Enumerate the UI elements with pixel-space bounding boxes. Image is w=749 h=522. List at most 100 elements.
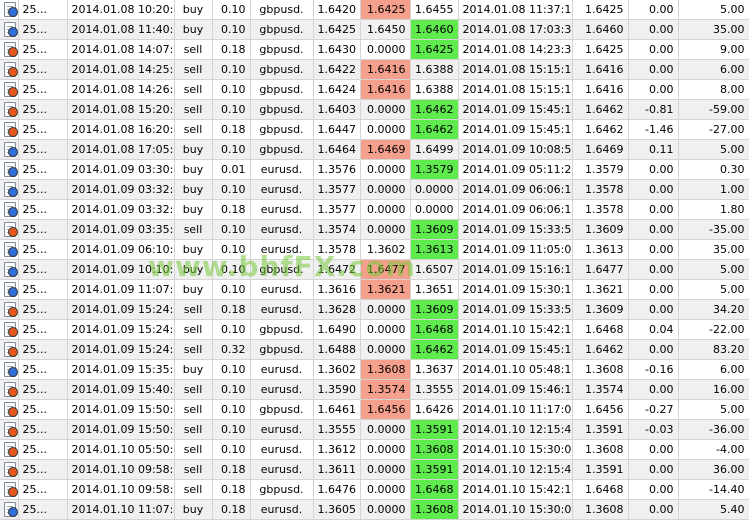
profit-cell: -27.00 (678, 119, 749, 140)
stop-loss-cell: 0.0000 (360, 39, 411, 60)
table-row[interactable]: 25...2014.01.10 09:58:35sell0.18eurusd.1… (0, 459, 749, 480)
commission-cell: -1.46 (628, 119, 679, 140)
open-price-cell: 1.3555 (313, 419, 361, 440)
symbol-cell: gbpusd. (250, 399, 314, 420)
ticket-cell: 25... (18, 399, 68, 420)
table-row[interactable]: 25...2014.01.08 14:26:53sell0.10gbpusd.1… (0, 79, 749, 100)
close-price-cell: 1.3608 (572, 359, 629, 380)
open-time-cell: 2014.01.08 16:20:39 (67, 119, 175, 140)
open-time-cell: 2014.01.10 05:50:03 (67, 439, 175, 460)
close-time-cell: 2014.01.09 11:05:05 (458, 239, 573, 260)
close-price-cell: 1.6462 (572, 99, 629, 120)
profit-cell: 5.00 (678, 399, 749, 420)
order-icon-cell (0, 99, 19, 120)
size-cell: 0.10 (212, 279, 251, 300)
take-profit-cell: 1.3613 (410, 239, 459, 260)
table-row[interactable]: 25...2014.01.10 05:50:03sell0.10eurusd.1… (0, 439, 749, 460)
table-row[interactable]: 25...2014.01.08 16:20:39sell0.18gbpusd.1… (0, 119, 749, 140)
open-price-cell: 1.6447 (313, 119, 361, 140)
open-time-cell: 2014.01.08 14:26:53 (67, 79, 175, 100)
table-row[interactable]: 25...2014.01.09 15:24:12sell0.18eurusd.1… (0, 299, 749, 320)
table-row[interactable]: 25...2014.01.08 14:25:48sell0.10gbpusd.1… (0, 59, 749, 80)
table-row[interactable]: 25...2014.01.09 15:24:13sell0.10gbpusd.1… (0, 319, 749, 340)
take-profit-cell: 1.6426 (410, 399, 459, 420)
open-time-cell: 2014.01.08 11:40:04 (67, 19, 175, 40)
close-time-cell: 2014.01.08 11:37:17 (458, 0, 573, 20)
order-buy-icon (2, 281, 17, 298)
open-price-cell: 1.3628 (313, 299, 361, 320)
take-profit-cell: 1.6460 (410, 19, 459, 40)
close-time-cell: 2014.01.09 15:46:17 (458, 379, 573, 400)
size-cell: 0.18 (212, 499, 251, 520)
size-cell: 0.10 (212, 139, 251, 160)
table-row[interactable]: 25...2014.01.09 11:07:29buy0.10eurusd.1.… (0, 279, 749, 300)
table-row[interactable]: 25...2014.01.09 15:24:14sell0.32gbpusd.1… (0, 339, 749, 360)
table-row[interactable]: 25...2014.01.09 15:50:03sell0.10gbpusd.1… (0, 399, 749, 420)
type-cell: sell (174, 219, 213, 240)
table-row[interactable]: 25...2014.01.08 17:05:13buy0.10gbpusd.1.… (0, 139, 749, 160)
table-row[interactable]: 25...2014.01.09 03:30:28buy0.01eurusd.1.… (0, 159, 749, 180)
table-row[interactable]: 25...2014.01.09 03:35:15sell0.10eurusd.1… (0, 219, 749, 240)
table-row[interactable]: 25...2014.01.10 11:07:49buy0.18eurusd.1.… (0, 499, 749, 520)
commission-cell: 0.00 (628, 79, 679, 100)
table-row[interactable]: 25...2014.01.09 15:40:03sell0.10eurusd.1… (0, 379, 749, 400)
close-time-cell: 2014.01.09 15:30:17 (458, 279, 573, 300)
order-icon-cell (0, 399, 19, 420)
open-price-cell: 1.6476 (313, 479, 361, 500)
table-row[interactable]: 25...2014.01.08 11:40:04buy0.10gbpusd.1.… (0, 19, 749, 40)
order-sell-icon (2, 481, 17, 498)
open-price-cell: 1.6490 (313, 319, 361, 340)
symbol-cell: eurusd. (250, 219, 314, 240)
stop-loss-cell: 1.3621 (360, 279, 411, 300)
order-icon-cell (0, 159, 19, 180)
close-price-cell: 1.3574 (572, 379, 629, 400)
table-row[interactable]: 25...2014.01.08 10:20:02buy0.10gbpusd.1.… (0, 0, 749, 20)
symbol-cell: gbpusd. (250, 19, 314, 40)
stop-loss-cell: 0.0000 (360, 439, 411, 460)
open-time-cell: 2014.01.08 14:25:48 (67, 59, 175, 80)
size-cell: 0.10 (212, 19, 251, 40)
table-row[interactable]: 25...2014.01.09 06:10:22buy0.10eurusd.1.… (0, 239, 749, 260)
type-cell: sell (174, 319, 213, 340)
ticket-cell: 25... (18, 179, 68, 200)
ticket-cell: 25... (18, 419, 68, 440)
stop-loss-cell: 0.0000 (360, 319, 411, 340)
type-cell: buy (174, 0, 213, 20)
open-price-cell: 1.6461 (313, 399, 361, 420)
profit-cell: 34.20 (678, 299, 749, 320)
table-row[interactable]: 25...2014.01.10 09:58:37sell0.18gbpusd.1… (0, 479, 749, 500)
symbol-cell: eurusd. (250, 279, 314, 300)
symbol-cell: eurusd. (250, 299, 314, 320)
table-row[interactable]: 25...2014.01.09 10:10:39buy0.10gbpusd.1.… (0, 259, 749, 280)
table-row[interactable]: 25...2014.01.09 15:50:04sell0.10eurusd.1… (0, 419, 749, 440)
table-row[interactable]: 25...2014.01.09 03:32:46buy0.18eurusd.1.… (0, 199, 749, 220)
take-profit-cell: 1.6425 (410, 39, 459, 60)
take-profit-cell: 1.6462 (410, 119, 459, 140)
close-time-cell: 2014.01.09 06:06:15 (458, 199, 573, 220)
type-cell: buy (174, 239, 213, 260)
open-price-cell: 1.3578 (313, 239, 361, 260)
size-cell: 0.10 (212, 79, 251, 100)
stop-loss-cell: 1.6456 (360, 399, 411, 420)
trade-rows: 25...2014.01.08 10:20:02buy0.10gbpusd.1.… (0, 0, 749, 520)
close-time-cell: 2014.01.08 15:15:15 (458, 59, 573, 80)
table-row[interactable]: 25...2014.01.08 14:07:38sell0.18gbpusd.1… (0, 39, 749, 60)
order-sell-icon (2, 101, 17, 118)
close-time-cell: 2014.01.10 05:48:13 (458, 359, 573, 380)
open-price-cell: 1.6420 (313, 0, 361, 20)
order-icon-cell (0, 219, 19, 240)
order-icon-cell (0, 239, 19, 260)
ticket-cell: 25... (18, 299, 68, 320)
table-row[interactable]: 25...2014.01.09 15:35:03buy0.10eurusd.1.… (0, 359, 749, 380)
symbol-cell: gbpusd. (250, 59, 314, 80)
stop-loss-cell: 0.0000 (360, 199, 411, 220)
open-price-cell: 1.6464 (313, 139, 361, 160)
symbol-cell: eurusd. (250, 159, 314, 180)
close-time-cell: 2014.01.09 15:45:19 (458, 99, 573, 120)
take-profit-cell: 1.6468 (410, 479, 459, 500)
commission-cell: 0.00 (628, 499, 679, 520)
table-row[interactable]: 25...2014.01.08 15:20:03sell0.10gbpusd.1… (0, 99, 749, 120)
table-row[interactable]: 25...2014.01.09 03:32:45buy0.10eurusd.1.… (0, 179, 749, 200)
commission-cell: 0.00 (628, 179, 679, 200)
size-cell: 0.18 (212, 119, 251, 140)
